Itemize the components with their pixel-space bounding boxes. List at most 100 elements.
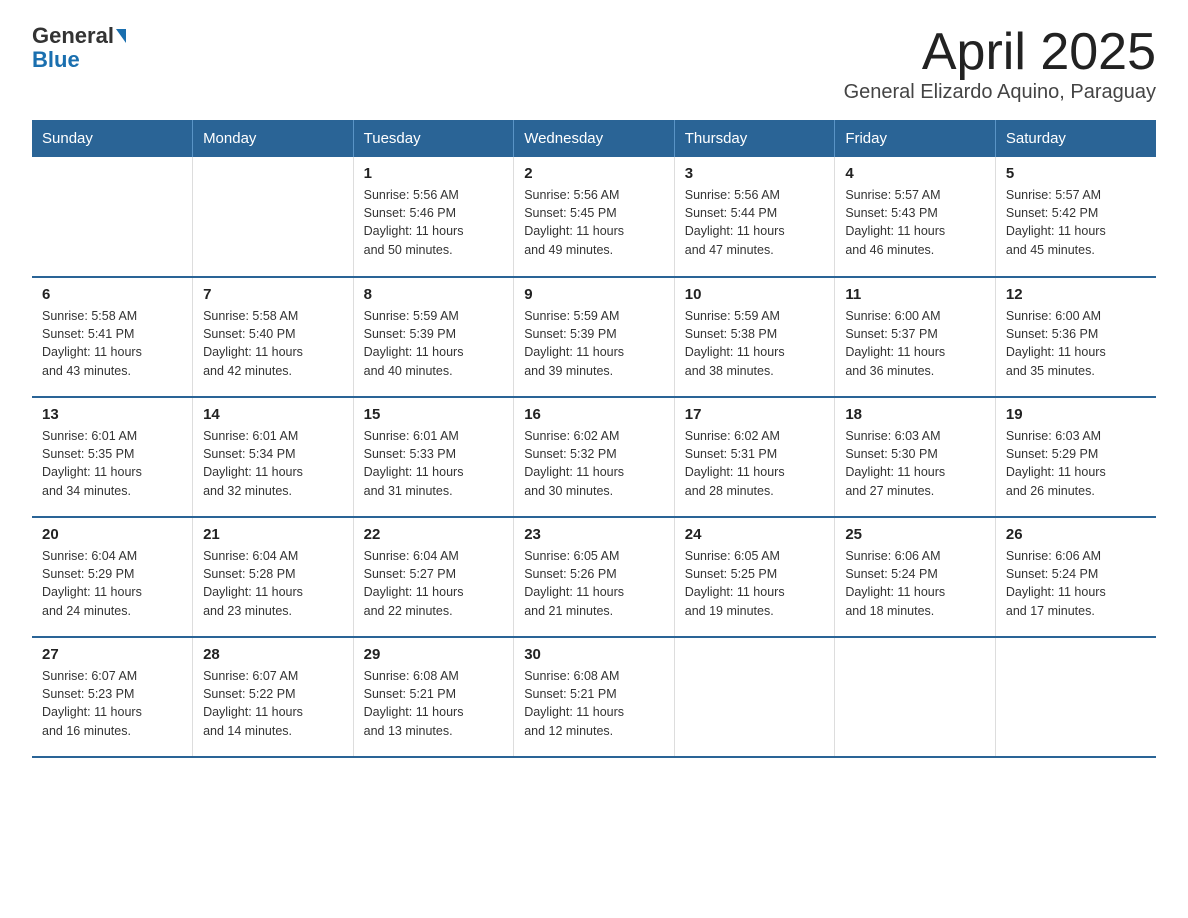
- calendar-cell: 27 Sunrise: 6:07 AM Sunset: 5:23 PM Dayli…: [32, 637, 193, 757]
- day-number: 20: [42, 526, 182, 543]
- day-info: Sunrise: 6:03 AM Sunset: 5:29 PM Dayligh…: [1006, 427, 1146, 500]
- calendar-week-row: 27 Sunrise: 6:07 AM Sunset: 5:23 PM Dayli…: [32, 637, 1156, 757]
- calendar-cell: 7Sunrise: 5:58 AM Sunset: 5:40 PM Daylig…: [193, 277, 354, 397]
- calendar-cell: [32, 157, 193, 277]
- day-info: Sunrise: 6:01 AM Sunset: 5:34 PM Dayligh…: [203, 427, 343, 500]
- day-info: Sunrise: 6:07 AM Sunset: 5:23 PM Dayligh…: [42, 667, 182, 740]
- calendar-week-row: 13 Sunrise: 6:01 AM Sunset: 5:35 PM Dayli…: [32, 397, 1156, 517]
- day-number: 24: [685, 526, 825, 543]
- day-info: Sunrise: 5:56 AM Sunset: 5:46 PM Dayligh…: [364, 186, 504, 259]
- page-header: General Blue April 2025 General Elizardo…: [32, 24, 1156, 104]
- day-number: 13: [42, 406, 182, 423]
- day-number: 1: [364, 165, 504, 182]
- day-info: Sunrise: 6:02 AM Sunset: 5:32 PM Dayligh…: [524, 427, 664, 500]
- calendar-cell: 15 Sunrise: 6:01 AM Sunset: 5:33 PM Dayli…: [353, 397, 514, 517]
- day-number: 6: [42, 286, 182, 303]
- calendar-cell: 30 Sunrise: 6:08 AM Sunset: 5:21 PM Dayli…: [514, 637, 675, 757]
- day-number: 9: [524, 286, 664, 303]
- day-info: Sunrise: 6:06 AM Sunset: 5:24 PM Dayligh…: [845, 547, 985, 620]
- calendar-cell: 2 Sunrise: 5:56 AM Sunset: 5:45 PM Daylig…: [514, 157, 675, 277]
- day-number: 3: [685, 165, 825, 182]
- day-number: 21: [203, 526, 343, 543]
- calendar-cell: 21 Sunrise: 6:04 AM Sunset: 5:28 PM Dayli…: [193, 517, 354, 637]
- calendar-week-row: 1 Sunrise: 5:56 AM Sunset: 5:46 PM Daylig…: [32, 157, 1156, 277]
- calendar-cell: 29Sunrise: 6:08 AM Sunset: 5:21 PM Dayli…: [353, 637, 514, 757]
- day-number: 17: [685, 406, 825, 423]
- calendar-cell: 5 Sunrise: 5:57 AM Sunset: 5:42 PM Daylig…: [995, 157, 1156, 277]
- weekday-row: SundayMondayTuesdayWednesdayThursdayFrid…: [32, 120, 1156, 157]
- day-info: Sunrise: 5:59 AM Sunset: 5:39 PM Dayligh…: [524, 307, 664, 380]
- logo: General Blue: [32, 24, 126, 72]
- day-number: 2: [524, 165, 664, 182]
- calendar-cell: 23Sunrise: 6:05 AM Sunset: 5:26 PM Dayli…: [514, 517, 675, 637]
- day-info: Sunrise: 5:59 AM Sunset: 5:39 PM Dayligh…: [364, 307, 504, 380]
- day-number: 10: [685, 286, 825, 303]
- calendar-cell: 20 Sunrise: 6:04 AM Sunset: 5:29 PM Dayli…: [32, 517, 193, 637]
- day-number: 14: [203, 406, 343, 423]
- logo-general: General: [32, 24, 114, 48]
- day-number: 30: [524, 646, 664, 663]
- calendar-cell: 28Sunrise: 6:07 AM Sunset: 5:22 PM Dayli…: [193, 637, 354, 757]
- calendar-cell: 25 Sunrise: 6:06 AM Sunset: 5:24 PM Dayli…: [835, 517, 996, 637]
- calendar-cell: 11Sunrise: 6:00 AM Sunset: 5:37 PM Dayli…: [835, 277, 996, 397]
- day-info: Sunrise: 6:08 AM Sunset: 5:21 PM Dayligh…: [524, 667, 664, 740]
- calendar-cell: 4 Sunrise: 5:57 AM Sunset: 5:43 PM Daylig…: [835, 157, 996, 277]
- weekday-wednesday: Wednesday: [514, 120, 675, 157]
- page-subtitle: General Elizardo Aquino, Paraguay: [844, 81, 1156, 104]
- day-number: 7: [203, 286, 343, 303]
- weekday-friday: Friday: [835, 120, 996, 157]
- day-number: 19: [1006, 406, 1146, 423]
- day-info: Sunrise: 5:57 AM Sunset: 5:42 PM Dayligh…: [1006, 186, 1146, 259]
- weekday-saturday: Saturday: [995, 120, 1156, 157]
- day-number: 15: [364, 406, 504, 423]
- day-info: Sunrise: 6:03 AM Sunset: 5:30 PM Dayligh…: [845, 427, 985, 500]
- calendar-cell: 8 Sunrise: 5:59 AM Sunset: 5:39 PM Daylig…: [353, 277, 514, 397]
- calendar-cell: 9 Sunrise: 5:59 AM Sunset: 5:39 PM Daylig…: [514, 277, 675, 397]
- calendar-cell: 6Sunrise: 5:58 AM Sunset: 5:41 PM Daylig…: [32, 277, 193, 397]
- day-info: Sunrise: 6:06 AM Sunset: 5:24 PM Dayligh…: [1006, 547, 1146, 620]
- calendar-cell: 3 Sunrise: 5:56 AM Sunset: 5:44 PM Daylig…: [674, 157, 835, 277]
- day-number: 16: [524, 406, 664, 423]
- calendar-table: SundayMondayTuesdayWednesdayThursdayFrid…: [32, 120, 1156, 758]
- day-info: Sunrise: 6:05 AM Sunset: 5:25 PM Dayligh…: [685, 547, 825, 620]
- day-info: Sunrise: 6:04 AM Sunset: 5:28 PM Dayligh…: [203, 547, 343, 620]
- calendar-week-row: 20 Sunrise: 6:04 AM Sunset: 5:29 PM Dayli…: [32, 517, 1156, 637]
- calendar-cell: [674, 637, 835, 757]
- page-title: April 2025: [844, 24, 1156, 81]
- weekday-thursday: Thursday: [674, 120, 835, 157]
- calendar-cell: 22Sunrise: 6:04 AM Sunset: 5:27 PM Dayli…: [353, 517, 514, 637]
- day-info: Sunrise: 6:01 AM Sunset: 5:33 PM Dayligh…: [364, 427, 504, 500]
- calendar-cell: 1 Sunrise: 5:56 AM Sunset: 5:46 PM Daylig…: [353, 157, 514, 277]
- calendar-cell: [835, 637, 996, 757]
- calendar-cell: 16 Sunrise: 6:02 AM Sunset: 5:32 PM Dayli…: [514, 397, 675, 517]
- calendar-cell: 26 Sunrise: 6:06 AM Sunset: 5:24 PM Dayli…: [995, 517, 1156, 637]
- day-number: 4: [845, 165, 985, 182]
- calendar-body: 1 Sunrise: 5:56 AM Sunset: 5:46 PM Daylig…: [32, 157, 1156, 757]
- day-info: Sunrise: 6:01 AM Sunset: 5:35 PM Dayligh…: [42, 427, 182, 500]
- calendar-cell: 12Sunrise: 6:00 AM Sunset: 5:36 PM Dayli…: [995, 277, 1156, 397]
- day-number: 26: [1006, 526, 1146, 543]
- calendar-cell: 18 Sunrise: 6:03 AM Sunset: 5:30 PM Dayli…: [835, 397, 996, 517]
- day-info: Sunrise: 5:57 AM Sunset: 5:43 PM Dayligh…: [845, 186, 985, 259]
- day-info: Sunrise: 5:56 AM Sunset: 5:44 PM Dayligh…: [685, 186, 825, 259]
- day-number: 18: [845, 406, 985, 423]
- calendar-header: SundayMondayTuesdayWednesdayThursdayFrid…: [32, 120, 1156, 157]
- day-number: 25: [845, 526, 985, 543]
- calendar-cell: [995, 637, 1156, 757]
- day-info: Sunrise: 6:05 AM Sunset: 5:26 PM Dayligh…: [524, 547, 664, 620]
- day-info: Sunrise: 6:04 AM Sunset: 5:27 PM Dayligh…: [364, 547, 504, 620]
- day-number: 28: [203, 646, 343, 663]
- day-number: 29: [364, 646, 504, 663]
- day-number: 11: [845, 286, 985, 303]
- day-info: Sunrise: 6:04 AM Sunset: 5:29 PM Dayligh…: [42, 547, 182, 620]
- day-number: 27: [42, 646, 182, 663]
- calendar-cell: 24 Sunrise: 6:05 AM Sunset: 5:25 PM Dayli…: [674, 517, 835, 637]
- day-number: 5: [1006, 165, 1146, 182]
- day-info: Sunrise: 5:59 AM Sunset: 5:38 PM Dayligh…: [685, 307, 825, 380]
- calendar-cell: 14 Sunrise: 6:01 AM Sunset: 5:34 PM Dayli…: [193, 397, 354, 517]
- calendar-cell: 13 Sunrise: 6:01 AM Sunset: 5:35 PM Dayli…: [32, 397, 193, 517]
- logo-triangle-icon: [116, 29, 126, 43]
- day-number: 8: [364, 286, 504, 303]
- day-info: Sunrise: 5:56 AM Sunset: 5:45 PM Dayligh…: [524, 186, 664, 259]
- calendar-cell: 10 Sunrise: 5:59 AM Sunset: 5:38 PM Dayli…: [674, 277, 835, 397]
